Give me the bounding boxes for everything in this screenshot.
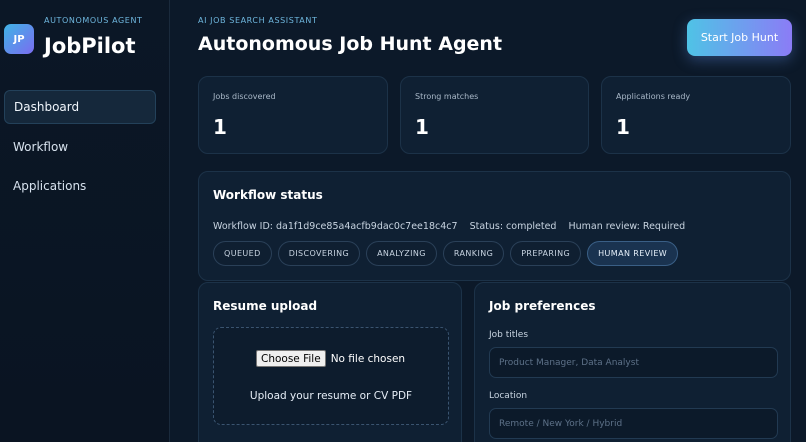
- nav-item-applications[interactable]: Applications: [4, 169, 156, 203]
- location-label: Location: [489, 391, 528, 401]
- job-preferences-title: Job preferences: [489, 299, 596, 313]
- stat-label: Strong matches: [415, 92, 479, 101]
- resume-upload-card: Resume upload Choose File No file chosen…: [198, 282, 462, 442]
- workflow-status: Status: completed: [469, 221, 557, 232]
- nav-item-label: Applications: [13, 179, 87, 193]
- workflow-status-title: Workflow status: [213, 188, 323, 202]
- nav-item-label: Workflow: [13, 140, 69, 154]
- nav-item-dashboard[interactable]: Dashboard: [4, 90, 156, 124]
- stat-card-applications-ready: Applications ready 1: [601, 76, 791, 154]
- resume-dropzone[interactable]: Choose File No file chosen Upload your r…: [213, 327, 449, 425]
- step-human-review: HUMAN REVIEW: [587, 241, 679, 266]
- start-job-hunt-button[interactable]: Start Job Hunt: [687, 19, 792, 56]
- brand-name: JobPilot: [44, 34, 136, 58]
- stat-value: 1: [213, 115, 227, 139]
- stat-card-jobs-discovered: Jobs discovered 1: [198, 76, 388, 154]
- file-input: Choose File No file chosen: [256, 350, 405, 367]
- logo-badge: JP: [4, 24, 34, 54]
- workflow-meta: Workflow ID: da1f1d9ce85a4acfb9dac0c7ee1…: [213, 221, 694, 232]
- job-preferences-card: Job preferences Job titles Location: [474, 282, 791, 442]
- human-review-status: Human review: Required: [568, 221, 686, 232]
- stat-label: Applications ready: [616, 92, 691, 101]
- nav-item-workflow[interactable]: Workflow: [4, 130, 156, 164]
- workflow-id: Workflow ID: da1f1d9ce85a4acfb9dac0c7ee1…: [213, 221, 458, 232]
- choose-file-button[interactable]: Choose File: [256, 350, 326, 367]
- step-analyzing: ANALYZING: [366, 241, 437, 266]
- job-titles-input[interactable]: [489, 347, 778, 378]
- stat-value: 1: [616, 115, 630, 139]
- nav-item-label: Dashboard: [14, 100, 80, 114]
- step-queued: QUEUED: [213, 241, 272, 266]
- upload-hint: Upload your resume or CV PDF: [249, 390, 413, 402]
- job-titles-label: Job titles: [489, 330, 529, 340]
- workflow-status-card: Workflow status Workflow ID: da1f1d9ce85…: [198, 171, 791, 281]
- page-kicker: AI JOB SEARCH ASSISTANT: [198, 16, 318, 25]
- resume-upload-title: Resume upload: [213, 299, 318, 313]
- file-status: No file chosen: [330, 352, 406, 365]
- location-input[interactable]: [489, 408, 778, 439]
- step-preparing: PREPARING: [510, 241, 582, 266]
- brand-kicker: AUTONOMOUS AGENT: [44, 16, 143, 25]
- stat-value: 1: [415, 115, 429, 139]
- workflow-steps: QUEUED DISCOVERING ANALYZING RANKING PRE…: [213, 241, 679, 266]
- step-discovering: DISCOVERING: [277, 241, 361, 266]
- page-title: Autonomous Job Hunt Agent: [198, 33, 503, 55]
- stat-card-strong-matches: Strong matches 1: [400, 76, 589, 154]
- sidebar: JP AUTONOMOUS AGENT JobPilot Dashboard W…: [0, 0, 170, 442]
- stat-label: Jobs discovered: [213, 92, 276, 101]
- step-ranking: RANKING: [442, 241, 505, 266]
